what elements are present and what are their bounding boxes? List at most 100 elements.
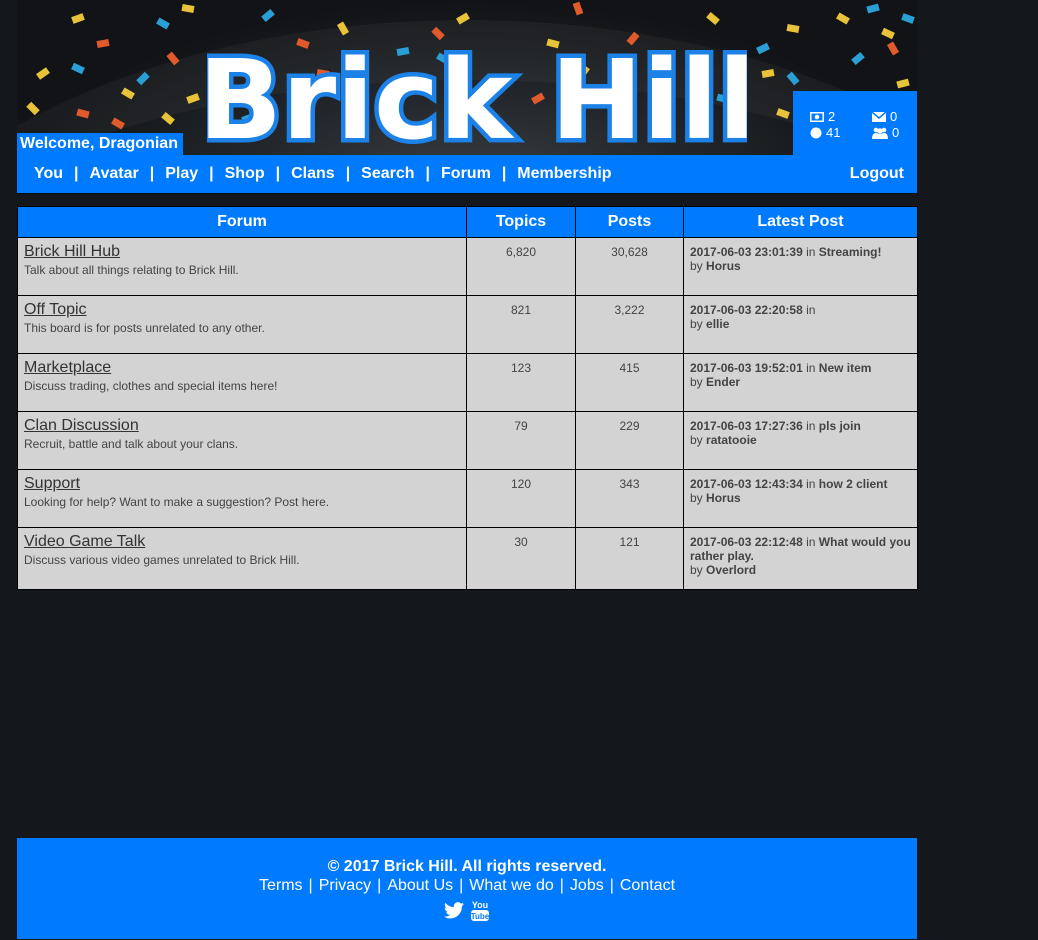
nav-separator: | [149,165,155,182]
latest-post-author[interactable]: ellie [706,317,729,331]
latest-post-thread[interactable]: how 2 client [819,477,888,491]
board-name-link[interactable]: Marketplace [24,359,460,377]
board-description: This board is for posts unrelated to any… [24,321,265,335]
forum-body: Brick Hill Hub Talk about all things rela… [17,237,918,590]
in-label: in [806,419,816,433]
youtube-tube-text: Tube [471,912,490,921]
header-topics: Topics [466,206,576,238]
nav-separator: | [501,165,507,182]
by-label: by [690,317,703,331]
by-label: by [690,491,703,505]
board-description: Discuss various video games unrelated to… [24,553,300,567]
board-cell: Support Looking for help? Want to make a … [17,469,467,528]
footer-link-privacy[interactable]: Privacy [319,877,371,894]
bucks-icon [810,111,824,122]
latest-post-author[interactable]: Ender [706,375,740,389]
friend-requests-stat[interactable]: 0 [872,125,899,140]
forum-row: Brick Hill Hub Talk about all things rela… [17,237,918,296]
nav-link-avatar[interactable]: Avatar [90,165,139,183]
bits-count: 41 [826,125,841,140]
footer-link-about-us[interactable]: About Us [387,877,453,894]
latest-post-date: 2017-06-03 23:01:39 [690,245,803,259]
envelope-icon [872,111,886,122]
board-name-link[interactable]: Clan Discussion [24,417,460,435]
users-icon [872,127,888,139]
nav-separator: | [345,165,351,182]
confetti-piece [896,78,910,89]
posts-count: 121 [575,527,684,590]
youtube-you-text: You [472,900,488,910]
brick-hill-logo[interactable]: Brick Hill [207,30,747,156]
board-cell: Clan Discussion Recruit, battle and talk … [17,411,467,470]
confetti-piece [901,13,915,24]
confetti-piece [881,27,895,40]
footer-separator: | [459,877,464,894]
board-name-link[interactable]: Video Game Talk [24,533,460,551]
bits-stat[interactable]: 41 [810,125,840,140]
latest-post-author[interactable]: Horus [706,259,741,273]
user-stats: 2 41 0 0 [793,91,917,155]
twitter-icon[interactable] [444,901,464,919]
nav-links: You | Avatar | Play | Shop | Clans | Search | Forum |… [17,165,612,183]
bucks-stat[interactable]: 2 [810,109,835,124]
in-label: in [806,535,816,549]
footer-separator: | [308,877,313,894]
nav-link-you[interactable]: You [34,165,63,183]
latest-post-author[interactable]: Horus [706,491,741,505]
bucks-count: 2 [828,109,836,124]
confetti-piece [886,41,900,56]
latest-post-author[interactable]: ratatooie [706,433,757,447]
bits-icon [810,127,822,138]
confetti-piece [181,4,195,13]
youtube-icon[interactable]: You Tube [470,898,490,922]
nav-link-membership[interactable]: Membership [517,165,611,183]
latest-post-date: 2017-06-03 12:43:34 [690,477,803,491]
footer-link-contact[interactable]: Contact [620,877,675,894]
board-description: Recruit, battle and talk about your clan… [24,437,239,451]
forum-row: Off Topic This board is for posts unrelat… [17,295,918,354]
latest-post-cell: 2017-06-03 19:52:01 in New item by Ender [683,353,918,412]
latest-post-cell: 2017-06-03 23:01:39 in Streaming! by Horu… [683,237,918,296]
footer: © 2017 Brick Hill. All rights reserved. … [17,838,917,939]
latest-post-author[interactable]: Overlord [706,563,756,577]
footer-link-terms[interactable]: Terms [259,877,303,894]
by-label: by [690,375,703,389]
latest-post-cell: 2017-06-03 17:27:36 in pls join by ratato… [683,411,918,470]
confetti-piece [71,62,85,75]
topics-count: 123 [466,353,576,412]
latest-post-cell: 2017-06-03 22:12:48 in What would you ra… [683,527,918,590]
footer-link-jobs[interactable]: Jobs [570,877,604,894]
by-label: by [690,259,703,273]
nav-link-play[interactable]: Play [165,165,198,183]
board-name-link[interactable]: Off Topic [24,301,460,319]
board-name-link[interactable]: Support [24,475,460,493]
nav-link-search[interactable]: Search [361,165,414,183]
social-links: You Tube [17,898,917,922]
footer-separator: | [377,877,382,894]
board-description: Talk about all things relating to Brick … [24,263,239,277]
topics-count: 6,820 [466,237,576,296]
nav-link-shop[interactable]: Shop [225,165,265,183]
board-description: Discuss trading, clothes and special ite… [24,379,278,393]
confetti-piece [71,13,85,24]
latest-post-thread[interactable]: pls join [819,419,861,433]
footer-link-what-we-do[interactable]: What we do [469,877,553,894]
page-wrapper: Brick Hill Welcome, Dragonian 2 41 0 0 Y… [17,0,918,590]
topics-count: 30 [466,527,576,590]
confetti-piece [706,11,720,26]
board-name-link[interactable]: Brick Hill Hub [24,243,460,261]
header-latest-post: Latest Post [683,206,918,238]
logout-link[interactable]: Logout [850,165,917,183]
confetti-piece [261,8,275,23]
latest-post-thread[interactable]: New item [819,361,872,375]
confetti-piece [96,39,110,48]
posts-count: 415 [575,353,684,412]
nav-link-forum[interactable]: Forum [441,165,491,183]
messages-stat[interactable]: 0 [872,109,897,124]
forum-row: Video Game Talk Discuss various video gam… [17,527,918,590]
nav-link-clans[interactable]: Clans [291,165,335,183]
latest-post-cell: 2017-06-03 22:20:58 in by ellie [683,295,918,354]
in-label: in [806,361,816,375]
latest-post-thread[interactable]: Streaming! [819,245,882,259]
header-forum: Forum [17,206,467,238]
